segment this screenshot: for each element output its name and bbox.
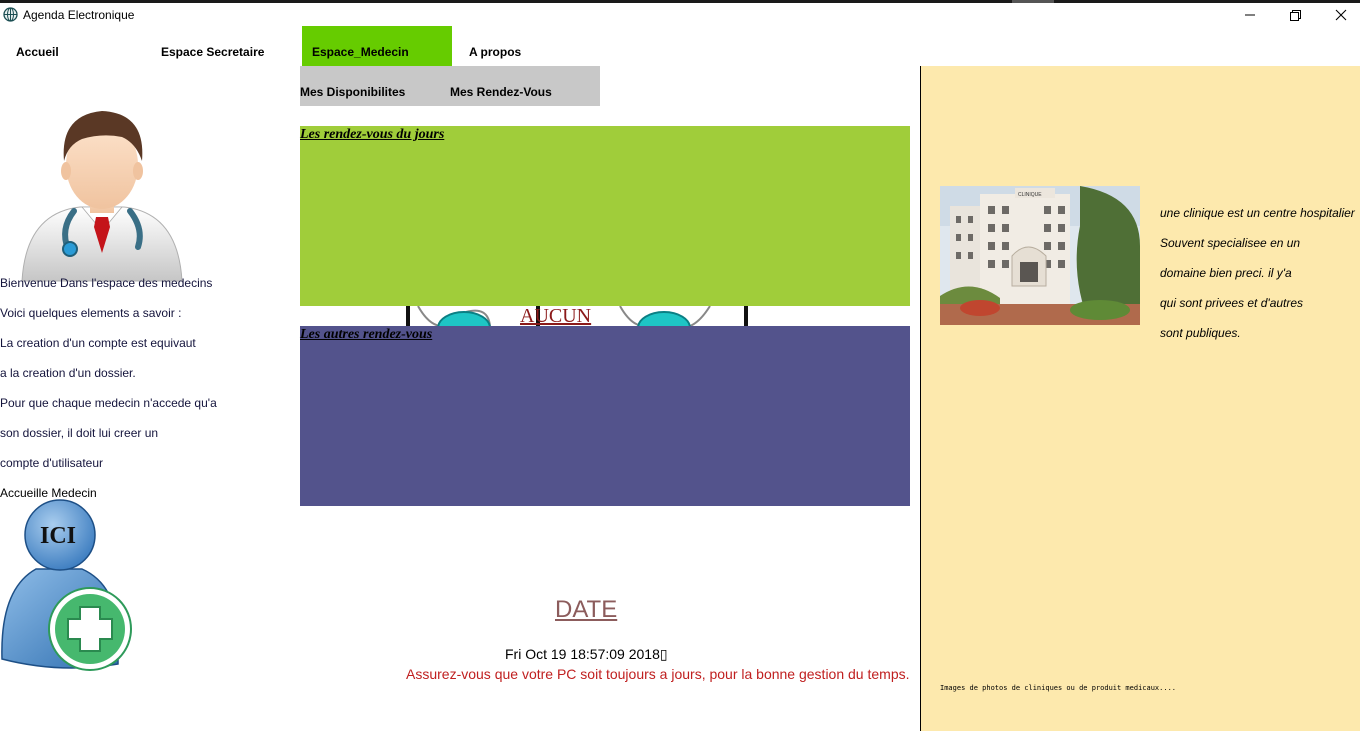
- clinic-info-line-4: qui sont privees et d'autres: [1160, 296, 1304, 310]
- info-line-3: La creation d'un compte est equivaut: [0, 336, 196, 350]
- info-line-2: Voici quelques elements a savoir :: [0, 306, 182, 320]
- info-line-7: compte d'utilisateur: [0, 456, 104, 470]
- info-line-5: Pour que chaque medecin n'accede qu'a: [0, 396, 217, 410]
- clinic-sign: CLINIQUE: [1018, 192, 1042, 198]
- clinic-photo: CLINIQUE: [940, 186, 1140, 325]
- info-line-4: a la creation d'un dossier.: [0, 366, 136, 380]
- photos-caption: Images de photos de cliniques ou de prod…: [940, 684, 1177, 692]
- window-title: Agenda Electronique: [23, 8, 135, 22]
- menu-espace-medecin[interactable]: Espace_Medecin: [302, 26, 452, 66]
- other-appointments-title: Les autres rendez-vous: [300, 327, 433, 342]
- clinic-info-line-1: une clinique est un centre hospitalier: [1160, 206, 1355, 220]
- submenu-bar: Mes Disponibilites Mes Rendez-Vous: [300, 66, 600, 106]
- no-appointments-label: AUCUN: [520, 305, 592, 327]
- title-bar: Agenda Electronique: [0, 3, 1360, 26]
- today-appointments-title: Les rendez-vous du jours: [300, 127, 445, 142]
- add-doctor-button[interactable]: ICI: [0, 499, 136, 674]
- current-datetime: Fri Oct 19 18:57:09 2018▯: [505, 646, 668, 662]
- info-line-6: son dossier, il doit lui creer un: [0, 426, 159, 440]
- time-sync-warning: Assurez-vous que votre PC soit toujours …: [406, 666, 910, 682]
- ici-label: ICI: [40, 523, 76, 549]
- doctor-avatar: [18, 103, 186, 283]
- today-appointments-panel: Les rendez-vous du jours: [300, 126, 910, 306]
- submenu-mes-disponibilites[interactable]: Mes Disponibilites: [300, 66, 405, 118]
- minimize-button[interactable]: [1235, 5, 1265, 25]
- other-appointments-panel: Les autres rendez-vous: [300, 326, 910, 506]
- menu-accueil[interactable]: Accueil: [16, 26, 59, 66]
- clinic-info-line-5: sont publiques.: [1160, 326, 1241, 340]
- clinic-info-line-3: domaine bien preci. il y'a: [1160, 266, 1292, 280]
- app-globe-icon: [3, 7, 18, 22]
- menu-espace-secretaire[interactable]: Espace Secretaire: [161, 26, 264, 66]
- info-line-1: Bienvenue Dans l'espace des medecins: [0, 276, 213, 290]
- close-button[interactable]: [1326, 5, 1356, 25]
- clinic-info-line-2: Souvent specialisee en un: [1160, 236, 1301, 250]
- date-link[interactable]: DATE: [555, 596, 617, 624]
- menu-a-propos[interactable]: A propos: [469, 26, 521, 66]
- restore-button[interactable]: [1280, 5, 1310, 25]
- accueille-medecin-link[interactable]: Accueille Medecin: [0, 486, 97, 500]
- right-info-panel: [921, 66, 1360, 731]
- app-window: Agenda Electronique Accueil Espace Secre…: [0, 0, 1360, 731]
- submenu-mes-rendez-vous[interactable]: Mes Rendez-Vous: [450, 66, 552, 118]
